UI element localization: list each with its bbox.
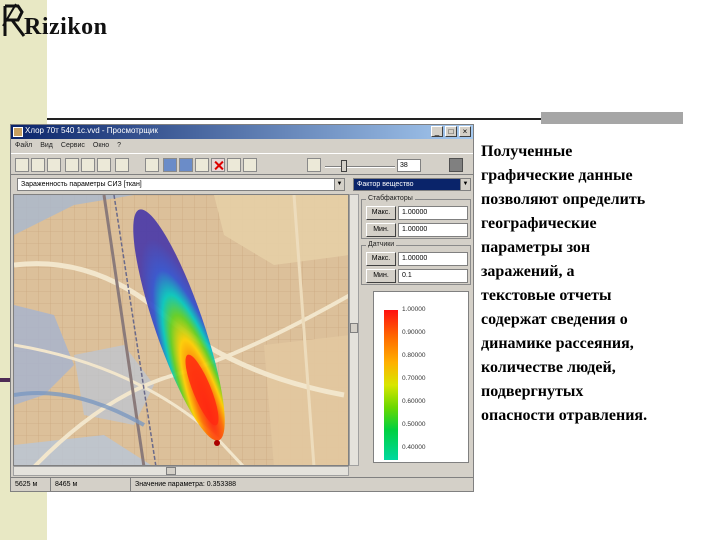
measure-icon[interactable]: [307, 158, 321, 172]
zoom-slider-track[interactable]: [325, 166, 395, 168]
menu-help[interactable]: ?: [117, 140, 121, 152]
menu-view[interactable]: Вид: [40, 140, 53, 152]
max-button[interactable]: Макс.: [366, 252, 396, 266]
find-icon[interactable]: [97, 158, 111, 172]
map-vertical-scrollbar[interactable]: [349, 194, 359, 466]
save-icon[interactable]: [31, 158, 45, 172]
rizikon-logo: Rizikon: [2, 2, 107, 40]
group-label: Датчики: [366, 241, 397, 248]
status-parameter-value: Значение параметра: 0.353388: [135, 481, 237, 488]
parameter-select[interactable]: Фактор вещество ▼: [353, 178, 471, 191]
max-button[interactable]: Макс.: [366, 206, 396, 220]
title-bar: Хлор 70т 540 1c.vvd - Просмотрщик _ □ ×: [11, 125, 473, 139]
scroll-thumb[interactable]: [350, 323, 358, 333]
viewer-window: Хлор 70т 540 1c.vvd - Просмотрщик _ □ × …: [10, 124, 474, 492]
window-title: Хлор 70т 540 1c.vvd - Просмотрщик: [25, 126, 158, 135]
legend-color-bar: [384, 310, 398, 460]
legend-label: 0.50000: [402, 421, 426, 428]
copy-icon[interactable]: [65, 158, 79, 172]
map-view[interactable]: [13, 194, 349, 466]
scroll-thumb[interactable]: [166, 467, 176, 475]
menu-file[interactable]: Файл: [15, 140, 32, 152]
color-legend: 1.00000 0.90000 0.80000 0.70000 0.60000 …: [373, 291, 469, 463]
app-icon: [13, 127, 23, 137]
max-value-field[interactable]: 1.00000: [398, 252, 468, 266]
zoom-icon[interactable]: [145, 158, 159, 172]
min-button[interactable]: Мин.: [366, 223, 396, 237]
status-y-coordinate: 8465 м: [51, 478, 131, 491]
stabfactors-group: Стабфакторы Макс. 1.00000 Мин. 1.00000: [361, 195, 471, 239]
delete-icon[interactable]: [211, 158, 225, 172]
parameter-select-value: Фактор вещество: [357, 181, 414, 188]
minimize-button[interactable]: _: [431, 126, 443, 137]
group-label: Стабфакторы: [366, 195, 415, 202]
print-preview-icon[interactable]: [163, 158, 177, 172]
map-horizontal-scrollbar[interactable]: [13, 466, 349, 476]
min-button[interactable]: Мин.: [366, 269, 396, 283]
chevron-down-icon[interactable]: ▼: [334, 179, 344, 190]
layers-icon[interactable]: [179, 158, 193, 172]
slide-caption: Полученные графические данные позволяют …: [481, 143, 648, 424]
max-value-field[interactable]: 1.00000: [398, 206, 468, 220]
min-value-field[interactable]: 1.00000: [398, 223, 468, 237]
legend-label: 0.90000: [402, 329, 426, 336]
chevron-down-icon[interactable]: ▼: [460, 179, 470, 190]
source-point: [214, 440, 220, 446]
menu-bar: Файл Вид Сервис Окно ?: [11, 140, 473, 152]
map-canvas: [14, 195, 348, 465]
layer-select-value: Зараженность параметры СИЗ [ткан]: [21, 181, 142, 188]
zoom-value-field[interactable]: 38: [397, 159, 421, 172]
open-icon[interactable]: [15, 158, 29, 172]
logo-text: Rizikon: [24, 14, 108, 40]
refresh-icon[interactable]: [243, 158, 257, 172]
zoom-slider-thumb[interactable]: [341, 160, 347, 172]
layer-select[interactable]: Зараженность параметры СИЗ [ткан] ▼: [17, 178, 345, 191]
legend-label: 1.00000: [402, 306, 426, 313]
object-icon[interactable]: [195, 158, 209, 172]
close-button[interactable]: ×: [459, 126, 471, 137]
paste-icon[interactable]: [81, 158, 95, 172]
slide-left-accent: [0, 378, 10, 382]
status-bar: 5625 м 8465 м Значение параметра: 0.3533…: [11, 477, 473, 491]
sensors-group: Датчики Макс. 1.00000 Мин. 0.1: [361, 241, 471, 285]
menu-service[interactable]: Сервис: [61, 140, 85, 152]
legend-label: 0.80000: [402, 352, 426, 359]
maximize-button[interactable]: □: [445, 126, 457, 137]
settings-icon[interactable]: [449, 158, 463, 172]
pointer-icon[interactable]: [115, 158, 129, 172]
slide-divider: [47, 118, 541, 120]
min-value-field[interactable]: 0.1: [398, 269, 468, 283]
legend-label: 0.70000: [402, 375, 426, 382]
slide-accent-bar: [541, 112, 683, 124]
legend-label: 0.60000: [402, 398, 426, 405]
menu-window[interactable]: Окно: [93, 140, 109, 152]
toolbar: 38: [11, 153, 473, 175]
legend-label: 0.40000: [402, 444, 426, 451]
table-icon[interactable]: [227, 158, 241, 172]
print-icon[interactable]: [47, 158, 61, 172]
status-x-coordinate: 5625 м: [11, 478, 51, 491]
